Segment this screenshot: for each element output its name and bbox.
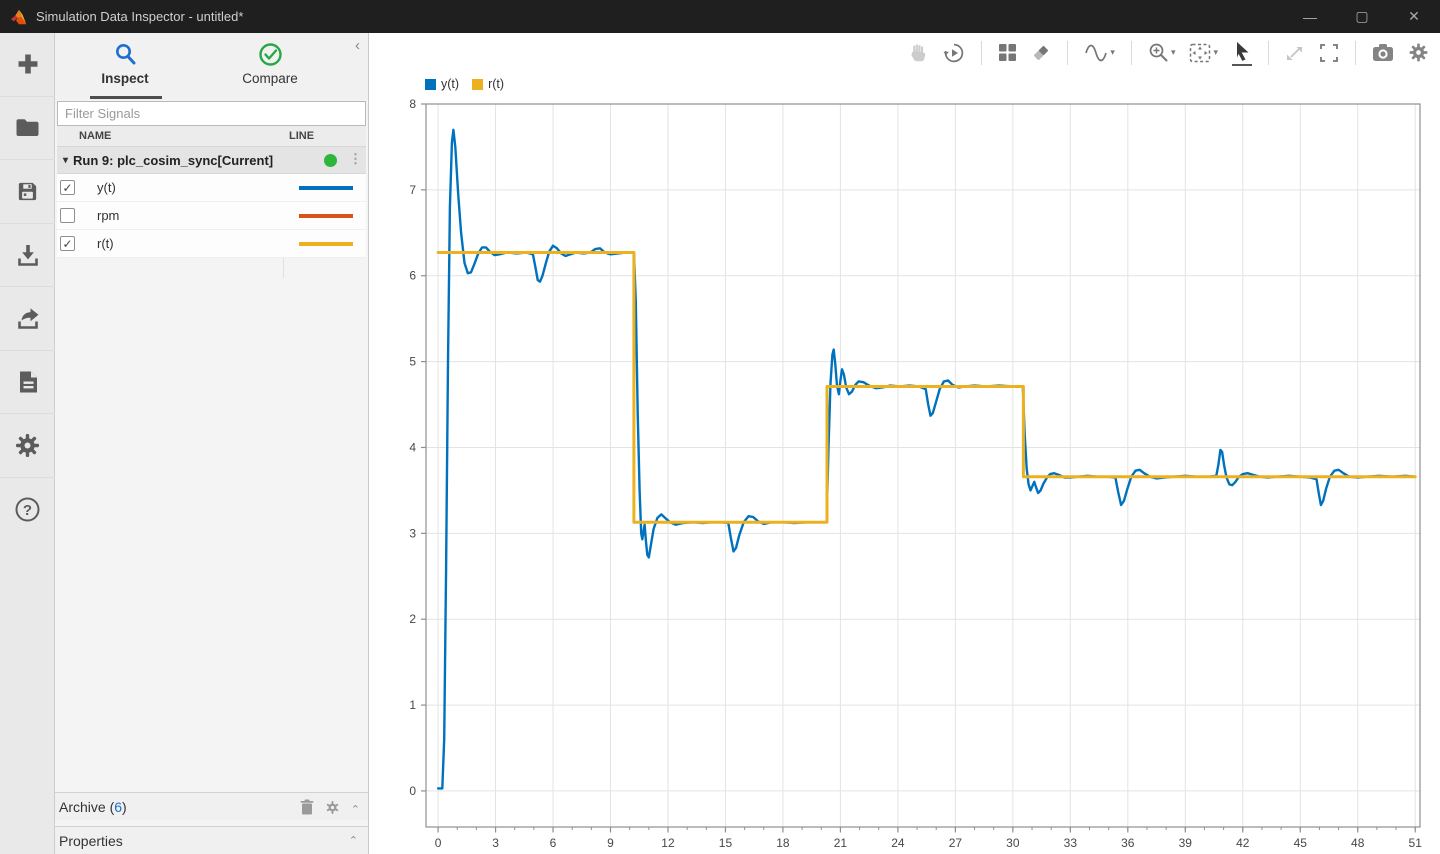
title-bar: Simulation Data Inspector - untitled* — … (0, 0, 1440, 33)
x-tick-label: 30 (1006, 836, 1020, 850)
add-run-button[interactable] (0, 33, 55, 97)
save-icon (15, 179, 40, 204)
signal-name: r(t) (97, 236, 114, 251)
x-tick-label: 39 (1179, 836, 1193, 850)
run-row[interactable]: ▾ Run 9: plc_cosim_sync[Current] ⋮ (57, 147, 366, 174)
import-button[interactable] (0, 224, 55, 288)
signal-checkbox[interactable] (60, 208, 75, 223)
signal-line-swatch[interactable] (299, 242, 353, 246)
export-button[interactable] (0, 287, 55, 351)
y-tick-label: 5 (409, 355, 416, 369)
trash-icon[interactable] (300, 799, 314, 820)
y-tick-label: 3 (409, 526, 416, 540)
header-name: NAME (79, 130, 111, 142)
x-tick-label: 42 (1236, 836, 1250, 850)
archive-collapse-chevron-icon[interactable]: ⌃ (351, 803, 360, 816)
x-tick-label: 18 (776, 836, 790, 850)
y-tick-label: 2 (409, 612, 416, 626)
active-tab-underline (90, 96, 162, 99)
preferences-button[interactable] (0, 414, 55, 478)
export-icon (15, 305, 41, 331)
open-button[interactable] (0, 97, 55, 161)
time-plot[interactable]: 0369121518212427303336394245485101234567… (369, 33, 1440, 854)
tab-compare[interactable]: Compare (210, 39, 330, 86)
x-tick-label: 33 (1064, 836, 1078, 850)
add-icon (15, 51, 41, 77)
header-line: LINE (289, 130, 314, 142)
expander-triangle-icon[interactable]: ▾ (63, 155, 68, 166)
x-tick-label: 21 (834, 836, 848, 850)
archive-settings-gear-icon[interactable] (325, 800, 340, 820)
x-tick-label: 24 (891, 836, 905, 850)
plot-area-panel: ▾ ▾ ▾ (368, 33, 1440, 854)
archive-section-header[interactable]: Archive (6) (55, 792, 368, 820)
minimize-button[interactable]: — (1284, 0, 1336, 33)
report-icon (16, 369, 40, 395)
table-row[interactable]: rpm (57, 202, 366, 230)
signal-browser-panel: Inspect Compare ‹ NAME LINE ▾ Run 9: plc… (55, 33, 368, 854)
x-tick-label: 0 (435, 836, 442, 850)
x-tick-label: 27 (949, 836, 963, 850)
signal-name: y(t) (97, 180, 116, 195)
y-tick-label: 8 (409, 97, 416, 111)
table-row[interactable]: ✓ y(t) (57, 174, 366, 202)
plot-frame (426, 104, 1420, 827)
series-line-y(t)[interactable] (438, 130, 1415, 789)
properties-section-header[interactable]: Properties ⌃ (55, 826, 368, 854)
x-tick-label: 12 (661, 836, 675, 850)
signal-line-swatch[interactable] (299, 214, 353, 218)
help-button[interactable]: ? (0, 478, 55, 542)
maximize-button[interactable]: ▢ (1336, 0, 1388, 33)
window-title: Simulation Data Inspector - untitled* (36, 9, 243, 24)
collapse-panel-chevron[interactable]: ‹ (355, 37, 360, 54)
tab-inspect-label: Inspect (65, 71, 185, 86)
signal-name: rpm (97, 208, 119, 223)
close-button[interactable]: ✕ (1388, 0, 1440, 33)
x-tick-label: 9 (607, 836, 614, 850)
y-tick-label: 1 (409, 698, 416, 712)
tab-inspect[interactable]: Inspect (65, 39, 185, 86)
panel-tabs: Inspect Compare ‹ (55, 33, 368, 100)
save-button[interactable] (0, 160, 55, 224)
x-tick-label: 45 (1294, 836, 1308, 850)
x-tick-label: 6 (550, 836, 557, 850)
properties-collapse-chevron-icon[interactable]: ⌃ (349, 834, 358, 847)
archive-count: 6 (114, 799, 122, 815)
signal-checkbox[interactable]: ✓ (60, 180, 75, 195)
app-toolstrip: ? (0, 33, 55, 854)
y-tick-label: 4 (409, 440, 416, 454)
y-tick-label: 0 (409, 784, 416, 798)
x-tick-label: 51 (1409, 836, 1423, 850)
svg-text:?: ? (23, 502, 32, 519)
run-menu-icon[interactable]: ⋮ (349, 151, 362, 167)
y-tick-label: 6 (409, 269, 416, 283)
signal-line-swatch[interactable] (299, 186, 353, 190)
y-tick-label: 7 (409, 183, 416, 197)
x-tick-label: 48 (1351, 836, 1365, 850)
table-row[interactable]: ✓ r(t) (57, 230, 366, 258)
signal-table: NAME LINE ▾ Run 9: plc_cosim_sync[Curren… (57, 126, 366, 258)
filter-signals-input[interactable] (57, 101, 366, 126)
compare-check-icon (210, 39, 330, 67)
open-folder-icon (14, 114, 41, 141)
preferences-icon (14, 432, 41, 459)
matlab-logo-icon (10, 9, 28, 25)
x-tick-label: 3 (492, 836, 499, 850)
tab-compare-label: Compare (210, 71, 330, 86)
report-button[interactable] (0, 351, 55, 415)
x-tick-label: 36 (1121, 836, 1135, 850)
signal-checkbox[interactable]: ✓ (60, 236, 75, 251)
properties-label: Properties (59, 833, 123, 849)
import-icon (15, 242, 41, 268)
inspect-magnifier-icon (65, 39, 185, 67)
run-status-dot (324, 154, 337, 167)
help-icon: ? (14, 496, 41, 523)
run-label: Run 9: plc_cosim_sync[Current] (73, 153, 273, 168)
table-header: NAME LINE (57, 126, 366, 147)
archive-label: Archive (6) (59, 799, 127, 815)
series-line-r(t)[interactable] (438, 253, 1415, 523)
x-tick-label: 15 (719, 836, 733, 850)
